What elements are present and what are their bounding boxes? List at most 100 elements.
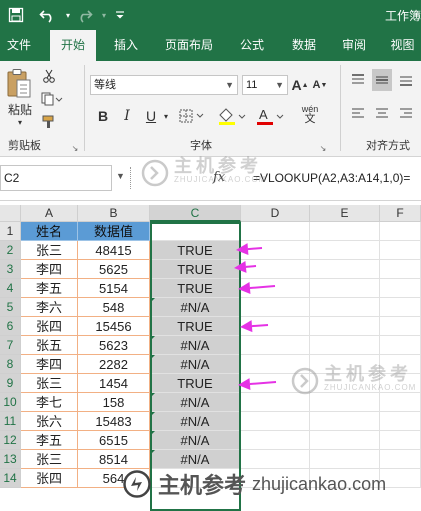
- empty-cell[interactable]: [241, 431, 310, 450]
- save-icon[interactable]: [6, 5, 26, 25]
- result-cell[interactable]: TRUE: [150, 317, 241, 336]
- table-cell[interactable]: 15483: [78, 412, 150, 431]
- table-cell[interactable]: 张四: [21, 469, 78, 488]
- customize-icon[interactable]: [110, 5, 130, 25]
- table-cell[interactable]: 李五: [21, 431, 78, 450]
- table-cell[interactable]: 张三: [21, 241, 78, 260]
- row-header-10[interactable]: 10: [0, 393, 21, 412]
- table-cell[interactable]: 5625: [78, 260, 150, 279]
- result-cell[interactable]: TRUE: [150, 279, 241, 298]
- table-cell[interactable]: 6515: [78, 431, 150, 450]
- align-bottom-icon[interactable]: [398, 71, 414, 89]
- row-header-14[interactable]: 14: [0, 469, 21, 488]
- empty-cell[interactable]: [310, 298, 380, 317]
- empty-cell[interactable]: [241, 279, 310, 298]
- empty-cell[interactable]: [241, 241, 310, 260]
- empty-cell[interactable]: [241, 450, 310, 469]
- paste-dropdown-icon[interactable]: ▾: [5, 117, 35, 127]
- error-indicator-icon[interactable]: [150, 431, 155, 436]
- table-cell[interactable]: 李七: [21, 393, 78, 412]
- clipboard-launcher-icon[interactable]: ↘: [70, 143, 80, 153]
- empty-cell[interactable]: [380, 412, 421, 431]
- table-cell[interactable]: 张三: [21, 374, 78, 393]
- error-indicator-icon[interactable]: [150, 336, 155, 341]
- table-cell[interactable]: 李五: [21, 279, 78, 298]
- underline-dropdown-icon[interactable]: ▾: [160, 106, 172, 126]
- table-cell[interactable]: 李六: [21, 298, 78, 317]
- column-header-b[interactable]: B: [78, 205, 150, 222]
- chevron-down-icon[interactable]: ▼: [116, 171, 125, 181]
- paste-label[interactable]: 粘贴: [5, 101, 35, 117]
- empty-cell[interactable]: [310, 412, 380, 431]
- table-cell[interactable]: 李四: [21, 260, 78, 279]
- font-name-box[interactable]: 等线 ▼: [90, 75, 238, 95]
- row-header-7[interactable]: 7: [0, 336, 21, 355]
- empty-cell[interactable]: [241, 336, 310, 355]
- phonetic-guide-button[interactable]: wén 文: [298, 101, 322, 127]
- empty-cell[interactable]: [310, 222, 380, 241]
- result-cell[interactable]: TRUE: [150, 260, 241, 279]
- font-color-icon[interactable]: A: [254, 106, 288, 126]
- decrease-font-button[interactable]: A ▼: [312, 75, 328, 95]
- empty-cell[interactable]: [241, 222, 310, 241]
- empty-cell[interactable]: [310, 431, 380, 450]
- row-header-5[interactable]: 5: [0, 298, 21, 317]
- error-indicator-icon[interactable]: [150, 450, 155, 455]
- tab-view[interactable]: 视图: [384, 30, 421, 61]
- error-indicator-icon[interactable]: [150, 298, 155, 303]
- empty-cell[interactable]: [241, 298, 310, 317]
- empty-cell[interactable]: [241, 412, 310, 431]
- row-header-6[interactable]: 6: [0, 317, 21, 336]
- header-cell[interactable]: 数据值: [78, 222, 150, 241]
- row-header-11[interactable]: 11: [0, 412, 21, 431]
- column-header-d[interactable]: D: [241, 205, 310, 222]
- empty-cell[interactable]: [310, 241, 380, 260]
- chevron-down-icon[interactable]: ▼: [275, 76, 284, 94]
- result-cell[interactable]: #N/A: [150, 393, 241, 412]
- redo-icon[interactable]: [74, 5, 94, 25]
- tab-page-layout[interactable]: 页面布局: [158, 30, 220, 61]
- tab-review[interactable]: 审阅: [334, 30, 374, 61]
- empty-cell[interactable]: [380, 298, 421, 317]
- empty-cell[interactable]: [241, 317, 310, 336]
- align-middle-icon[interactable]: [372, 69, 392, 91]
- table-cell[interactable]: 8514: [78, 450, 150, 469]
- row-header-3[interactable]: 3: [0, 260, 21, 279]
- table-cell[interactable]: 5623: [78, 336, 150, 355]
- cut-icon[interactable]: [40, 67, 58, 85]
- table-cell[interactable]: 李四: [21, 355, 78, 374]
- table-cell[interactable]: 158: [78, 393, 150, 412]
- column-header-e[interactable]: E: [310, 205, 380, 222]
- table-cell[interactable]: 5154: [78, 279, 150, 298]
- error-indicator-icon[interactable]: [150, 355, 155, 360]
- fill-color-icon[interactable]: [216, 106, 250, 126]
- align-left-icon[interactable]: [350, 105, 366, 123]
- row-header-12[interactable]: 12: [0, 431, 21, 450]
- result-cell[interactable]: #N/A: [150, 412, 241, 431]
- copy-icon[interactable]: [40, 90, 64, 108]
- table-cell[interactable]: 张四: [21, 317, 78, 336]
- tab-formulas[interactable]: 公式: [230, 30, 274, 61]
- tab-data[interactable]: 数据: [282, 30, 326, 61]
- table-cell[interactable]: 15456: [78, 317, 150, 336]
- error-indicator-icon[interactable]: [150, 412, 155, 417]
- name-box[interactable]: C2: [0, 165, 112, 191]
- empty-cell[interactable]: [310, 317, 380, 336]
- empty-cell[interactable]: [310, 450, 380, 469]
- table-cell[interactable]: 张三: [21, 450, 78, 469]
- empty-cell[interactable]: [241, 260, 310, 279]
- underline-button[interactable]: U: [142, 106, 160, 126]
- result-cell[interactable]: #N/A: [150, 450, 241, 469]
- column-header-f[interactable]: F: [380, 205, 421, 222]
- row-header-4[interactable]: 4: [0, 279, 21, 298]
- paste-icon[interactable]: [4, 67, 34, 101]
- row-header-13[interactable]: 13: [0, 450, 21, 469]
- table-cell[interactable]: 548: [78, 298, 150, 317]
- table-cell[interactable]: 张六: [21, 412, 78, 431]
- row-header-9[interactable]: 9: [0, 374, 21, 393]
- align-right-icon[interactable]: [398, 105, 414, 123]
- empty-cell[interactable]: [380, 317, 421, 336]
- result-cell[interactable]: #N/A: [150, 298, 241, 317]
- result-cell[interactable]: #N/A: [150, 336, 241, 355]
- header-cell[interactable]: [150, 222, 241, 241]
